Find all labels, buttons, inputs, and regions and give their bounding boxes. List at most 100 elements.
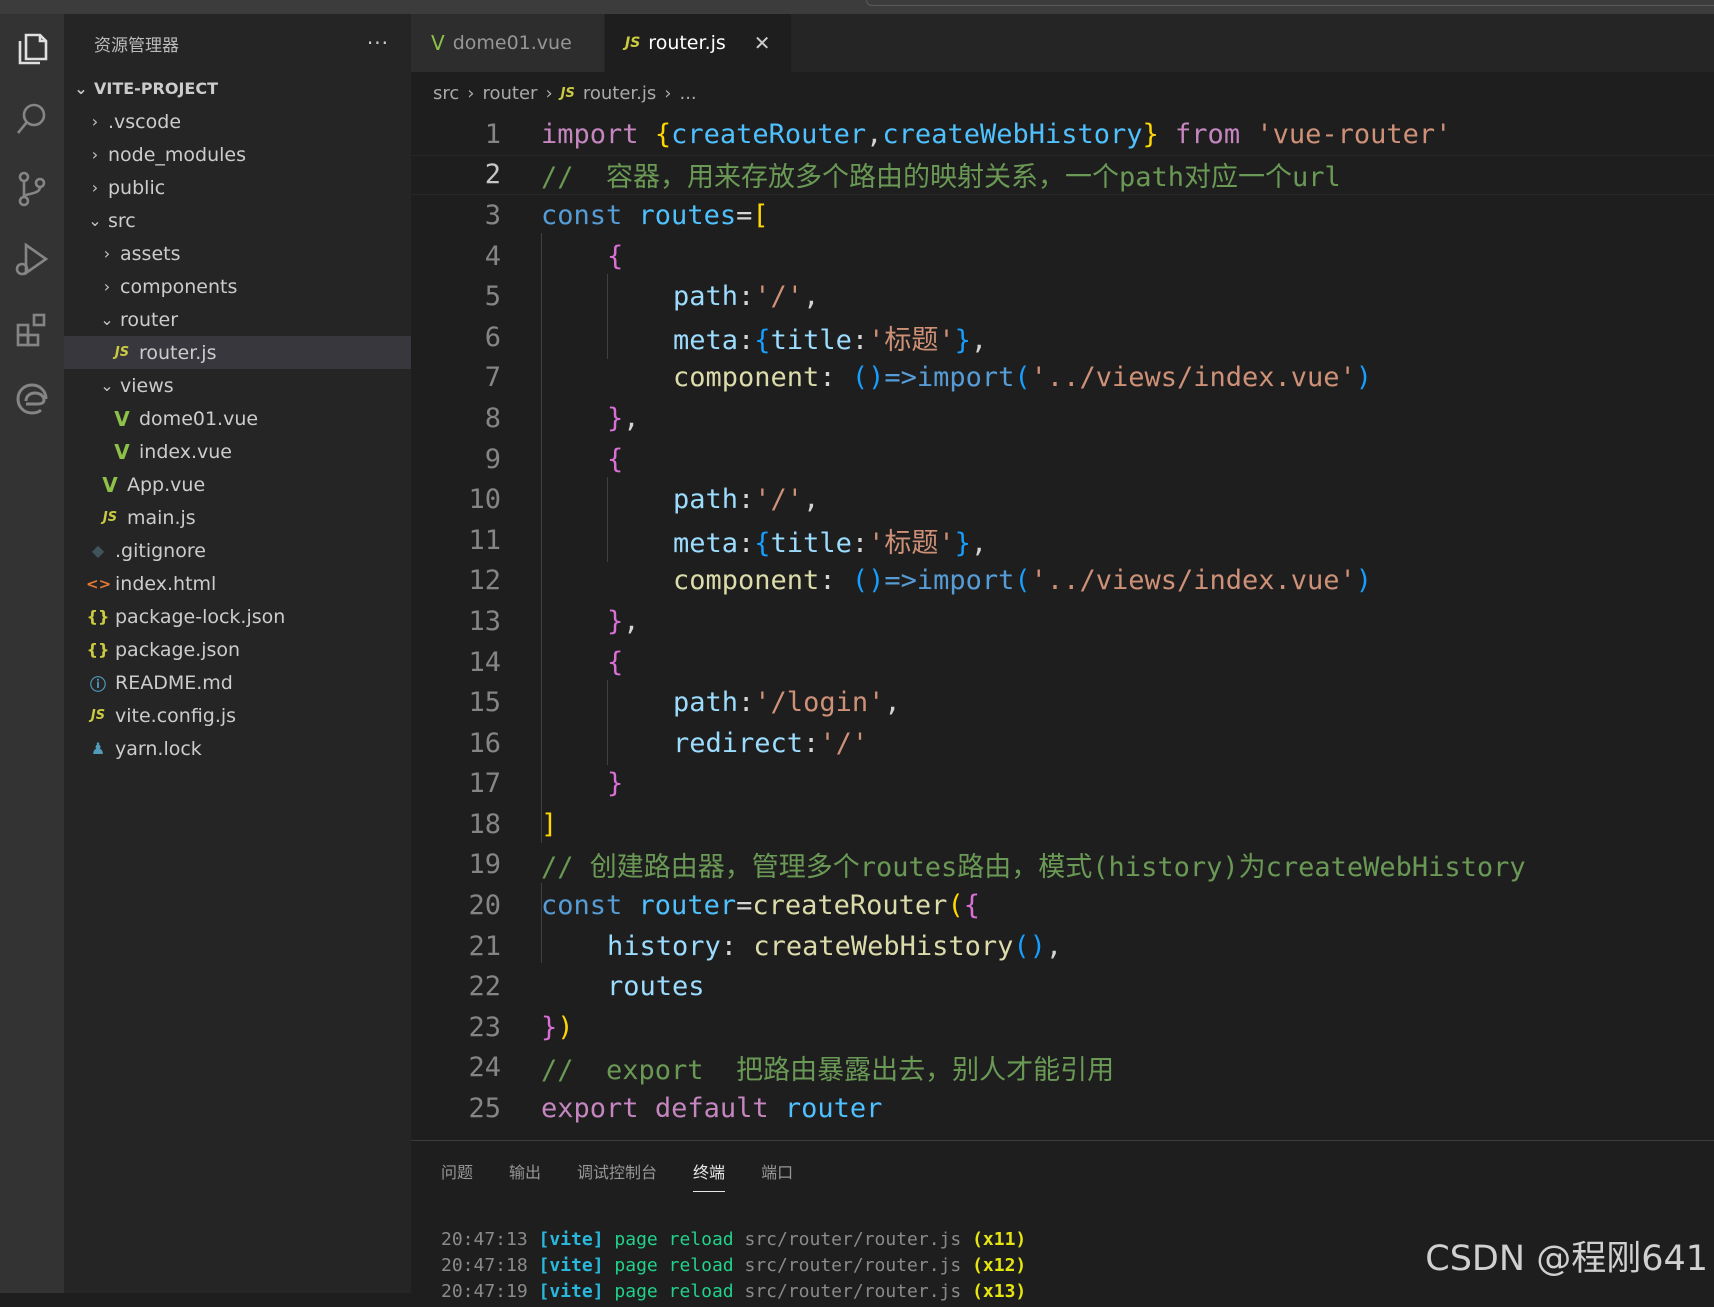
line-number: 2 — [411, 159, 501, 190]
chevron-right-icon: › — [86, 145, 104, 164]
tab-terminal[interactable]: 终端 — [693, 1151, 725, 1192]
tab-dome01-vue[interactable]: V dome01.vue — [411, 14, 605, 72]
terminal-line: 20:47:18 [vite] page reload src/router/r… — [441, 1255, 1026, 1281]
run-debug-icon[interactable] — [0, 224, 64, 294]
tree-item-label: assets — [120, 243, 180, 265]
line-number: 16 — [411, 728, 501, 759]
tree-item-vscode[interactable]: › .vscode — [64, 105, 411, 138]
code-line: 14 { — [411, 642, 1714, 683]
code-comment: // 容器，用来存放多个路由的映射关系，一个path对应一个url — [541, 155, 1341, 194]
code-line: 12 component: ()=>import('../views/index… — [411, 561, 1714, 602]
tree-item-label: README.md — [115, 672, 233, 694]
tree-item-views[interactable]: ⌄ views — [64, 369, 411, 402]
tree-item-package-lock-json[interactable]: {} package-lock.json — [64, 600, 411, 633]
line-number: 24 — [411, 1052, 501, 1083]
json-file-icon: {} — [86, 640, 110, 659]
extensions-icon[interactable] — [0, 294, 64, 364]
code-text: path:'/', — [673, 484, 819, 515]
tree-item-gitignore[interactable]: ◆ .gitignore — [64, 534, 411, 567]
chevron-right-icon: › — [98, 244, 116, 263]
tree-item-assets[interactable]: › assets — [64, 237, 411, 270]
tab-problems[interactable]: 问题 — [441, 1151, 473, 1192]
tree-item-index-html[interactable]: <> index.html — [64, 567, 411, 600]
close-icon[interactable]: ✕ — [754, 31, 771, 55]
tree-item-public[interactable]: › public — [64, 171, 411, 204]
tree-item-src[interactable]: ⌄ src — [64, 204, 411, 237]
tab-debug-console[interactable]: 调试控制台 — [577, 1151, 657, 1192]
code-text: meta:{title:'标题'}, — [673, 521, 987, 560]
explorer-header: 资源管理器 ··· — [64, 14, 411, 72]
tree-item-readme[interactable]: ⓘ README.md — [64, 666, 411, 699]
tree-item-label: components — [120, 276, 237, 298]
tree-item-index-vue[interactable]: V index.vue — [64, 435, 411, 468]
tree-item-app-vue[interactable]: V App.vue — [64, 468, 411, 501]
tree-item-label: router.js — [139, 342, 216, 364]
project-folder-row[interactable]: ⌄ VITE-PROJECT — [64, 72, 411, 105]
line-number: 19 — [411, 849, 501, 880]
code-editor[interactable]: 1 import {createRouter,createWebHistory}… — [411, 114, 1714, 1129]
line-number: 11 — [411, 525, 501, 556]
editor-tabs: V dome01.vue JS router.js ✕ — [411, 14, 1714, 72]
code-text: }) — [541, 1012, 574, 1043]
explorer-icon[interactable] — [0, 14, 64, 84]
line-number: 18 — [411, 809, 501, 840]
panel-tabs: 问题 输出 调试控制台 终端 端口 — [441, 1151, 829, 1192]
code-line: 22 routes — [411, 966, 1714, 1007]
tab-ports[interactable]: 端口 — [761, 1151, 793, 1192]
tree-item-main-js[interactable]: JS main.js — [64, 501, 411, 534]
explorer-title: 资源管理器 — [94, 31, 179, 56]
code-line: 8 }, — [411, 398, 1714, 439]
terminal-output[interactable]: 20:47:13 [vite] page reload src/router/r… — [441, 1229, 1026, 1307]
code-text: routes — [607, 971, 705, 1002]
tree-item-router-folder[interactable]: ⌄ router — [64, 303, 411, 336]
tree-item-node-modules[interactable]: › node_modules — [64, 138, 411, 171]
more-actions-icon[interactable]: ··· — [367, 31, 389, 55]
tree-item-label: .vscode — [108, 111, 181, 133]
code-line: 9 { — [411, 439, 1714, 480]
tree-item-yarn-lock[interactable]: ♟ yarn.lock — [64, 732, 411, 765]
line-number: 25 — [411, 1093, 501, 1124]
tree-item-dome01-vue[interactable]: V dome01.vue — [64, 402, 411, 435]
tree-item-router-js[interactable]: JS router.js — [64, 336, 411, 369]
code-line: 13 }, — [411, 601, 1714, 642]
command-center-edge[interactable] — [866, 0, 1714, 6]
tree-item-label: views — [120, 375, 174, 397]
search-icon[interactable] — [0, 84, 64, 154]
yarn-file-icon: ♟ — [86, 739, 110, 758]
line-number: 14 — [411, 647, 501, 678]
code-text: const routes=[ — [541, 200, 769, 231]
breadcrumb-src[interactable]: src — [433, 83, 459, 104]
tab-label: dome01.vue — [453, 32, 572, 54]
tab-router-js[interactable]: JS router.js ✕ — [605, 14, 792, 72]
code-line: 23 }) — [411, 1007, 1714, 1048]
tree-item-package-json[interactable]: {} package.json — [64, 633, 411, 666]
source-control-icon[interactable] — [0, 154, 64, 224]
chevron-right-icon: › — [664, 83, 671, 104]
chevron-right-icon: › — [545, 83, 552, 104]
code-text: }, — [607, 606, 640, 637]
code-line: 21 history: createWebHistory(), — [411, 926, 1714, 967]
chevron-down-icon: ⌄ — [98, 310, 116, 329]
vue-file-icon: V — [110, 407, 134, 431]
breadcrumb-symbol[interactable]: ... — [679, 83, 696, 104]
chevron-right-icon: › — [98, 277, 116, 296]
tree-item-vite-config[interactable]: JS vite.config.js — [64, 699, 411, 732]
git-file-icon: ◆ — [86, 541, 110, 560]
tree-item-label: node_modules — [108, 144, 246, 166]
tab-output[interactable]: 输出 — [509, 1151, 541, 1192]
line-number: 23 — [411, 1012, 501, 1043]
code-text: export default router — [541, 1093, 882, 1124]
chevron-right-icon: › — [86, 112, 104, 131]
breadcrumb-router[interactable]: router — [482, 83, 537, 104]
code-line: 7 component: ()=>import('../views/index.… — [411, 358, 1714, 399]
line-number: 1 — [411, 119, 501, 150]
line-number: 15 — [411, 687, 501, 718]
code-text: path:'/login', — [673, 687, 901, 718]
breadcrumb-router-js[interactable]: router.js — [583, 83, 656, 104]
code-line: 15 path:'/login', — [411, 682, 1714, 723]
file-tree: › .vscode › node_modules › public ⌄ src … — [64, 105, 411, 765]
tree-item-components[interactable]: › components — [64, 270, 411, 303]
edge-devtools-icon[interactable] — [0, 364, 64, 434]
code-text: const router=createRouter({ — [541, 890, 980, 921]
js-file-icon: JS — [561, 86, 575, 101]
